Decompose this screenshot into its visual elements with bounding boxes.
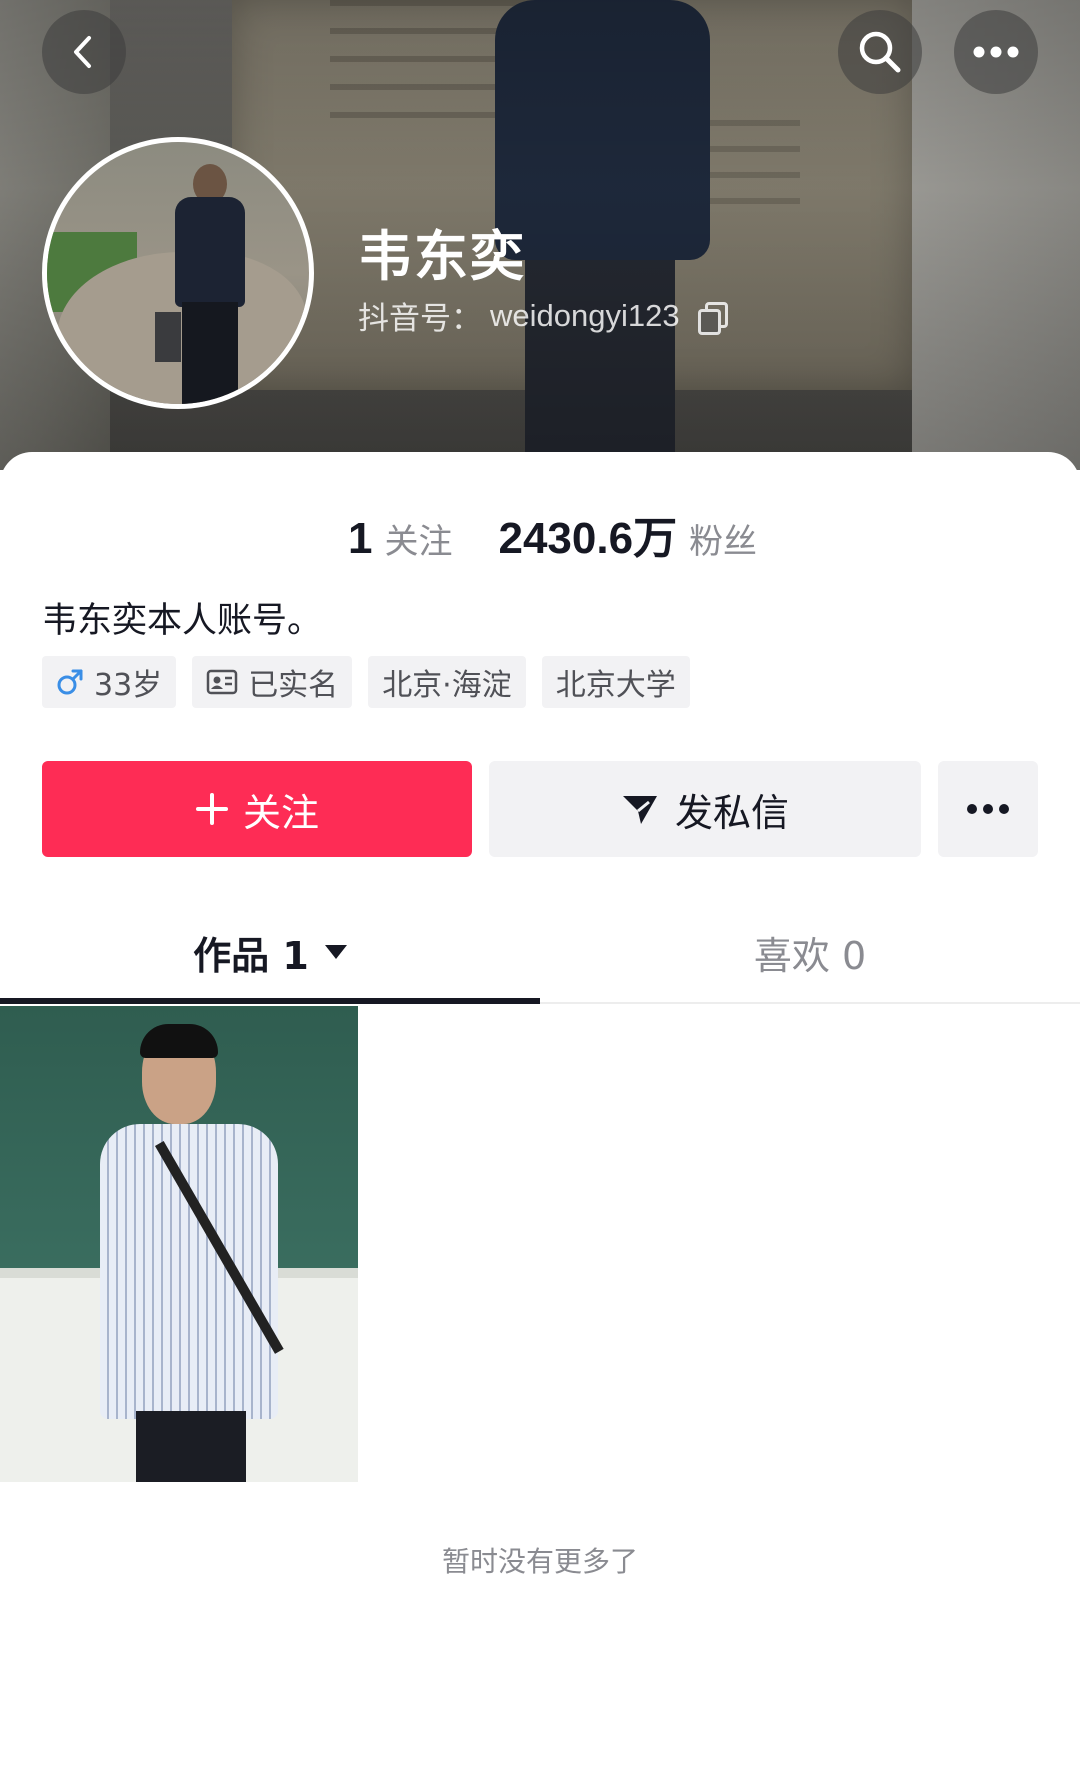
tab-likes[interactable]: 喜欢 0: [540, 900, 1080, 1004]
ellipsis-icon: [973, 46, 1019, 58]
following-count[interactable]: 1: [348, 514, 372, 564]
profile-handle[interactable]: 抖音号： weidongyi123: [358, 293, 728, 338]
content-tabs: 作品 1 喜欢 0: [0, 900, 1080, 1004]
tag-verified-label: 已实名: [248, 668, 339, 703]
profile-tags: 33岁 已实名 北京·海淀 北京大学: [42, 656, 690, 708]
send-message-button[interactable]: 发私信: [489, 761, 921, 857]
tab-works-label: 作品 1: [193, 933, 309, 978]
more-actions-button[interactable]: [938, 761, 1038, 857]
follow-button[interactable]: 关注: [42, 761, 472, 857]
back-button[interactable]: [42, 10, 126, 94]
tab-works[interactable]: 作品 1: [0, 900, 540, 1004]
tag-age: 33岁: [42, 656, 177, 708]
copy-icon[interactable]: [696, 301, 728, 335]
more-options-button[interactable]: [954, 10, 1038, 94]
followers-label[interactable]: 粉丝: [689, 514, 757, 563]
search-icon: [859, 31, 901, 73]
tag-location-label: 北京·海淀: [382, 668, 512, 703]
profile-bio: 韦东奕本人账号。: [42, 601, 323, 641]
followers-count[interactable]: 2430.6万: [498, 502, 677, 566]
following-label[interactable]: 关注: [384, 514, 452, 563]
tag-school-label: 北京大学: [555, 668, 676, 703]
tag-location: 北京·海淀: [368, 656, 526, 708]
no-more-content-text: 暂时没有更多了: [441, 1545, 638, 1578]
handle-value: weidongyi123: [490, 297, 680, 333]
send-message-label: 发私信: [674, 790, 789, 835]
plus-icon: [195, 793, 228, 825]
video-thumbnail[interactable]: [0, 1006, 358, 1482]
male-icon: [57, 669, 83, 695]
paper-plane-icon: [622, 796, 657, 824]
tag-age-label: 33岁: [94, 668, 163, 703]
id-card-icon: [206, 669, 238, 695]
tag-verified: 已实名: [192, 656, 353, 708]
profile-page: 韦东奕 抖音号： weidongyi123 1 关注 2430.6万 粉丝 韦东…: [0, 0, 1080, 1768]
follow-button-label: 关注: [242, 790, 319, 835]
profile-stats: 1 关注 2430.6万 粉丝: [348, 502, 757, 566]
handle-label: 抖音号：: [358, 301, 482, 337]
tab-likes-label: 喜欢 0: [753, 933, 867, 978]
search-button[interactable]: [838, 10, 922, 94]
ellipsis-icon: [967, 804, 1009, 814]
profile-name: 韦东奕: [358, 225, 526, 288]
chevron-left-icon: [74, 36, 91, 68]
caret-down-icon[interactable]: [324, 945, 347, 959]
tab-active-indicator: [0, 998, 540, 1004]
tag-school: 北京大学: [541, 656, 690, 708]
avatar[interactable]: [42, 137, 314, 409]
